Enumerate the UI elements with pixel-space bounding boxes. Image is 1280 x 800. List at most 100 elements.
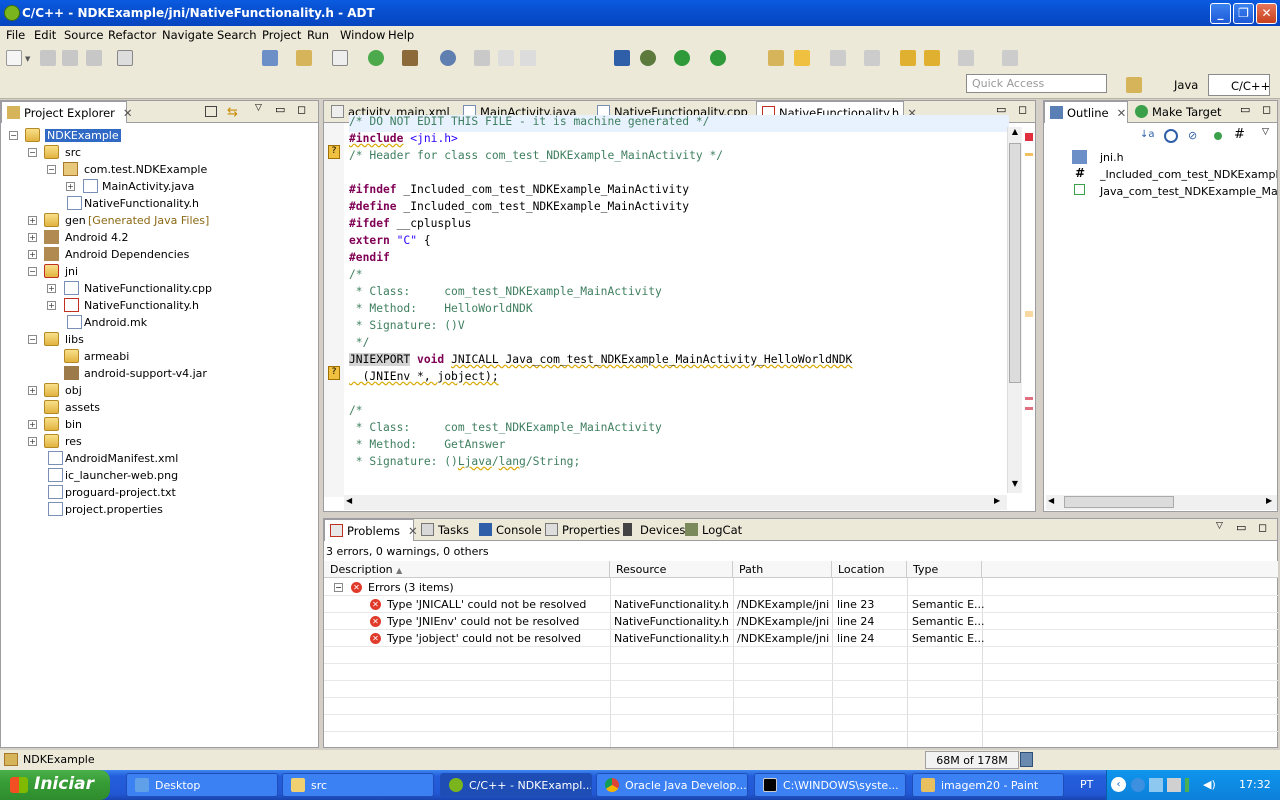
expand-icon[interactable]: + xyxy=(47,284,56,293)
next-annotation-icon[interactable] xyxy=(830,50,846,66)
menu-file[interactable]: File xyxy=(6,28,25,42)
warning-overview-marker[interactable] xyxy=(1025,153,1033,156)
task-chrome[interactable]: Oracle Java Develop... xyxy=(596,773,748,797)
collapse-icon[interactable]: − xyxy=(28,148,37,157)
scrollbar-thumb[interactable] xyxy=(1009,143,1021,383)
vertical-scrollbar[interactable]: ▲ ▼ xyxy=(1007,127,1022,493)
link-editor-icon[interactable]: ⇆ xyxy=(227,105,238,120)
paragraph-icon[interactable] xyxy=(520,50,536,66)
horizontal-scrollbar[interactable]: ◀ ▶ xyxy=(344,495,1007,510)
menu-refactor[interactable]: Refactor xyxy=(108,28,156,42)
problem-row[interactable]: ✕ Type 'JNICALL' could not be resolved N… xyxy=(324,596,1278,613)
minimize-button[interactable]: _ xyxy=(1210,3,1231,24)
column-location[interactable]: Location xyxy=(832,561,907,578)
tab-console[interactable]: Console xyxy=(474,519,542,541)
menu-project[interactable]: Project xyxy=(262,28,301,42)
column-description[interactable]: Description ▲ xyxy=(324,561,610,578)
expand-icon[interactable]: + xyxy=(66,182,75,191)
expand-icon[interactable]: + xyxy=(47,301,56,310)
back-arrow-icon[interactable] xyxy=(924,50,940,66)
error-overview-marker[interactable] xyxy=(1025,407,1033,410)
warning-marker-icon[interactable]: ? xyxy=(328,145,340,159)
maximize-icon[interactable]: ◻ xyxy=(1258,521,1267,534)
overview-ruler[interactable] xyxy=(1023,127,1035,493)
view-menu-icon[interactable]: ▽ xyxy=(255,103,262,113)
menu-help[interactable]: Help xyxy=(388,28,414,42)
sort-az-icon[interactable]: ↓a xyxy=(1140,129,1155,143)
outline-horizontal-scrollbar[interactable]: ◀ ▶ xyxy=(1046,495,1277,510)
view-menu-icon[interactable]: ▽ xyxy=(1216,521,1223,531)
collapse-icon[interactable]: − xyxy=(47,165,56,174)
problem-row[interactable]: ✕ Type 'jobject' could not be resolved N… xyxy=(324,630,1278,647)
expand-icon[interactable]: + xyxy=(28,386,37,395)
error-overview-marker[interactable] xyxy=(1025,397,1033,400)
external-tools-icon[interactable] xyxy=(710,50,726,66)
binary-icon[interactable] xyxy=(117,50,133,66)
collapse-icon[interactable]: − xyxy=(9,131,18,140)
volume-icon[interactable]: ◀) xyxy=(1203,778,1217,792)
tray-app-icon[interactable] xyxy=(1131,778,1145,792)
scroll-right-icon[interactable]: ▶ xyxy=(994,496,1000,505)
tab-outline[interactable]: Outline ✕ xyxy=(1044,101,1128,123)
signal-icon[interactable] xyxy=(1185,778,1199,792)
menu-run[interactable]: Run xyxy=(307,28,329,42)
tab-project-explorer[interactable]: Project Explorer ✕ xyxy=(1,101,133,123)
save-icon[interactable] xyxy=(40,50,56,66)
problem-group-row[interactable]: − ✕ Errors (3 items) xyxy=(324,579,1278,596)
occurrence-overview-marker[interactable] xyxy=(1025,311,1033,317)
open-type-icon[interactable] xyxy=(768,50,784,66)
tab-make-target[interactable]: Make Target xyxy=(1130,101,1228,123)
menu-edit[interactable]: Edit xyxy=(34,28,56,42)
save-all-icon[interactable] xyxy=(62,50,78,66)
menu-search[interactable]: Search xyxy=(217,28,257,42)
build-hammer-icon[interactable] xyxy=(402,50,418,66)
scroll-left-icon[interactable]: ◀ xyxy=(346,496,352,505)
chevron-down-icon[interactable]: ▼ xyxy=(25,55,30,63)
column-resource[interactable]: Resource xyxy=(610,561,733,578)
scroll-left-icon[interactable]: ◀ xyxy=(1048,496,1054,505)
language-indicator[interactable]: PT xyxy=(1080,778,1093,791)
brush-icon[interactable] xyxy=(474,50,490,66)
open-perspective-icon[interactable] xyxy=(1126,77,1142,93)
menu-window[interactable]: Window xyxy=(340,28,385,42)
task-paint[interactable]: imagem20 - Paint xyxy=(912,773,1064,797)
minimize-icon[interactable]: ▭ xyxy=(1236,521,1246,534)
monitor-icon[interactable] xyxy=(1167,778,1181,792)
hide-static-icon[interactable]: ⊘ xyxy=(1188,129,1202,143)
expand-icon[interactable]: + xyxy=(28,250,37,259)
scroll-up-icon[interactable]: ▲ xyxy=(1008,127,1022,141)
title-bar[interactable]: C/C++ - NDKExample/jni/NativeFunctionali… xyxy=(0,0,1280,26)
scrollbar-thumb[interactable] xyxy=(1064,496,1174,508)
start-button[interactable]: Iniciar xyxy=(0,770,110,800)
quick-access-input[interactable]: Quick Access xyxy=(966,74,1107,93)
maximize-icon[interactable]: ◻ xyxy=(1018,103,1027,116)
close-button[interactable]: ✕ xyxy=(1256,3,1277,24)
perspective-java[interactable]: Java xyxy=(1150,74,1206,96)
maximize-button[interactable]: ❐ xyxy=(1233,3,1254,24)
last-edit-icon[interactable] xyxy=(900,50,916,66)
task-adt[interactable]: C/C++ - NDKExampl... xyxy=(440,773,592,797)
minimize-icon[interactable]: ▭ xyxy=(275,103,285,116)
new-folder-icon[interactable] xyxy=(296,50,312,66)
tab-tasks[interactable]: Tasks xyxy=(416,519,472,541)
trash-icon[interactable] xyxy=(1020,752,1033,767)
perspective-cpp[interactable]: C/C++ xyxy=(1208,74,1270,96)
run-icon[interactable] xyxy=(674,50,690,66)
target-icon[interactable] xyxy=(440,50,456,66)
expand-icon[interactable]: + xyxy=(28,437,37,446)
warning-marker-icon[interactable]: ? xyxy=(328,366,340,380)
expand-icon[interactable]: + xyxy=(28,420,37,429)
pin-icon[interactable] xyxy=(1002,50,1018,66)
hide-nonpublic-icon[interactable] xyxy=(1214,132,1222,140)
maximize-icon[interactable]: ◻ xyxy=(1262,103,1271,116)
toggle-icon[interactable] xyxy=(498,50,514,66)
tab-problems[interactable]: Problems ✕ xyxy=(324,519,418,541)
view-menu-icon[interactable]: ▽ xyxy=(1262,127,1269,137)
task-desktop[interactable]: Desktop xyxy=(126,773,278,797)
expand-icon[interactable]: + xyxy=(28,216,37,225)
tab-logcat[interactable]: LogCat xyxy=(680,519,744,541)
problem-row[interactable]: ✕ Type 'JNIEnv' could not be resolved Na… xyxy=(324,613,1278,630)
maximize-icon[interactable]: ◻ xyxy=(297,103,306,116)
tab-properties[interactable]: Properties xyxy=(540,519,620,541)
new-class-icon[interactable] xyxy=(332,50,348,66)
